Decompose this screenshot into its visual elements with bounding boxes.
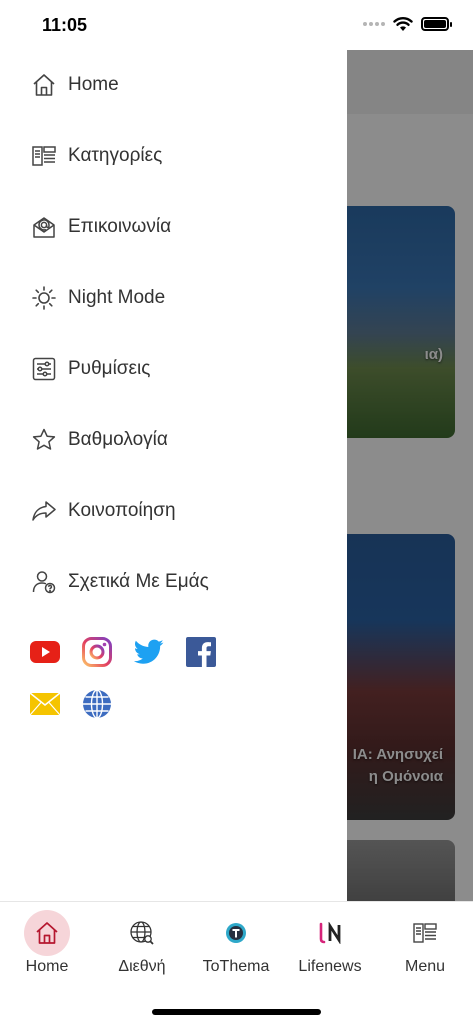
home-indicator[interactable]	[152, 1009, 321, 1015]
globe-search-icon	[119, 910, 165, 956]
social-links-row	[30, 689, 112, 719]
drawer-item-settings[interactable]: Ρυθμίσεις	[30, 349, 330, 389]
drawer-item-share[interactable]: Κοινοποίηση	[30, 491, 330, 531]
drawer-item-label: Κατηγορίες	[68, 145, 163, 166]
contact-mail-icon	[30, 213, 58, 241]
wifi-icon	[393, 17, 413, 31]
social-links-row	[30, 637, 216, 667]
lifenews-logo-icon	[307, 910, 353, 956]
cellular-signal-icon	[363, 22, 385, 26]
drawer-item-night-mode[interactable]: Night Mode	[30, 278, 330, 318]
drawer-item-label: Home	[68, 74, 119, 95]
tab-tothema[interactable]: ToThema	[189, 910, 283, 980]
drawer-item-home[interactable]: Home	[30, 65, 330, 105]
drawer-item-label: Σχετικά Με Εμάς	[68, 571, 209, 592]
menu-grid-icon	[402, 910, 448, 956]
side-drawer: Home Κατηγορίες Επικοινωνία Night Mode Ρ…	[0, 50, 347, 901]
youtube-icon[interactable]	[30, 637, 60, 667]
status-indicators	[363, 16, 452, 32]
tab-label: Menu	[404, 958, 446, 975]
tab-label: Lifenews	[298, 958, 362, 975]
tab-label: Διεθνή	[118, 958, 166, 975]
tab-menu[interactable]: Menu	[378, 910, 472, 980]
status-time: 11:05	[42, 15, 88, 35]
drawer-item-label: Ρυθμίσεις	[68, 358, 151, 379]
home-icon	[24, 910, 70, 956]
drawer-item-label: Κοινοποίηση	[68, 500, 176, 521]
globe-icon[interactable]	[82, 689, 112, 719]
home-icon	[30, 71, 58, 99]
facebook-icon[interactable]	[186, 637, 216, 667]
drawer-item-label: Επικοινωνία	[68, 216, 172, 237]
tothema-logo-icon	[213, 910, 259, 956]
drawer-item-contact[interactable]: Επικοινωνία	[30, 207, 330, 247]
status-bar: 11:05	[0, 0, 473, 50]
drawer-item-categories[interactable]: Κατηγορίες	[30, 136, 330, 176]
drawer-item-about[interactable]: Σχετικά Με Εμάς	[30, 562, 330, 602]
tab-lifenews[interactable]: Lifenews	[283, 910, 377, 980]
categories-icon	[30, 142, 58, 170]
tab-label: Home	[25, 958, 69, 975]
twitter-icon[interactable]	[134, 637, 164, 667]
instagram-icon[interactable]	[82, 637, 112, 667]
sun-icon	[30, 284, 58, 312]
about-user-icon	[30, 568, 58, 596]
drawer-item-rating[interactable]: Βαθμολογία	[30, 420, 330, 460]
tab-home[interactable]: Home	[0, 910, 94, 980]
battery-icon	[421, 17, 452, 31]
bottom-tab-bar: Home Διεθνή ToThema Lifenews Menu	[0, 901, 473, 1024]
star-icon	[30, 426, 58, 454]
drawer-item-label: Night Mode	[68, 287, 166, 308]
tab-international[interactable]: Διεθνή	[95, 910, 189, 980]
drawer-item-label: Βαθμολογία	[68, 429, 168, 450]
email-icon[interactable]	[30, 689, 60, 719]
tab-label: ToThema	[202, 958, 270, 975]
sliders-icon	[30, 355, 58, 383]
share-icon	[30, 497, 58, 525]
